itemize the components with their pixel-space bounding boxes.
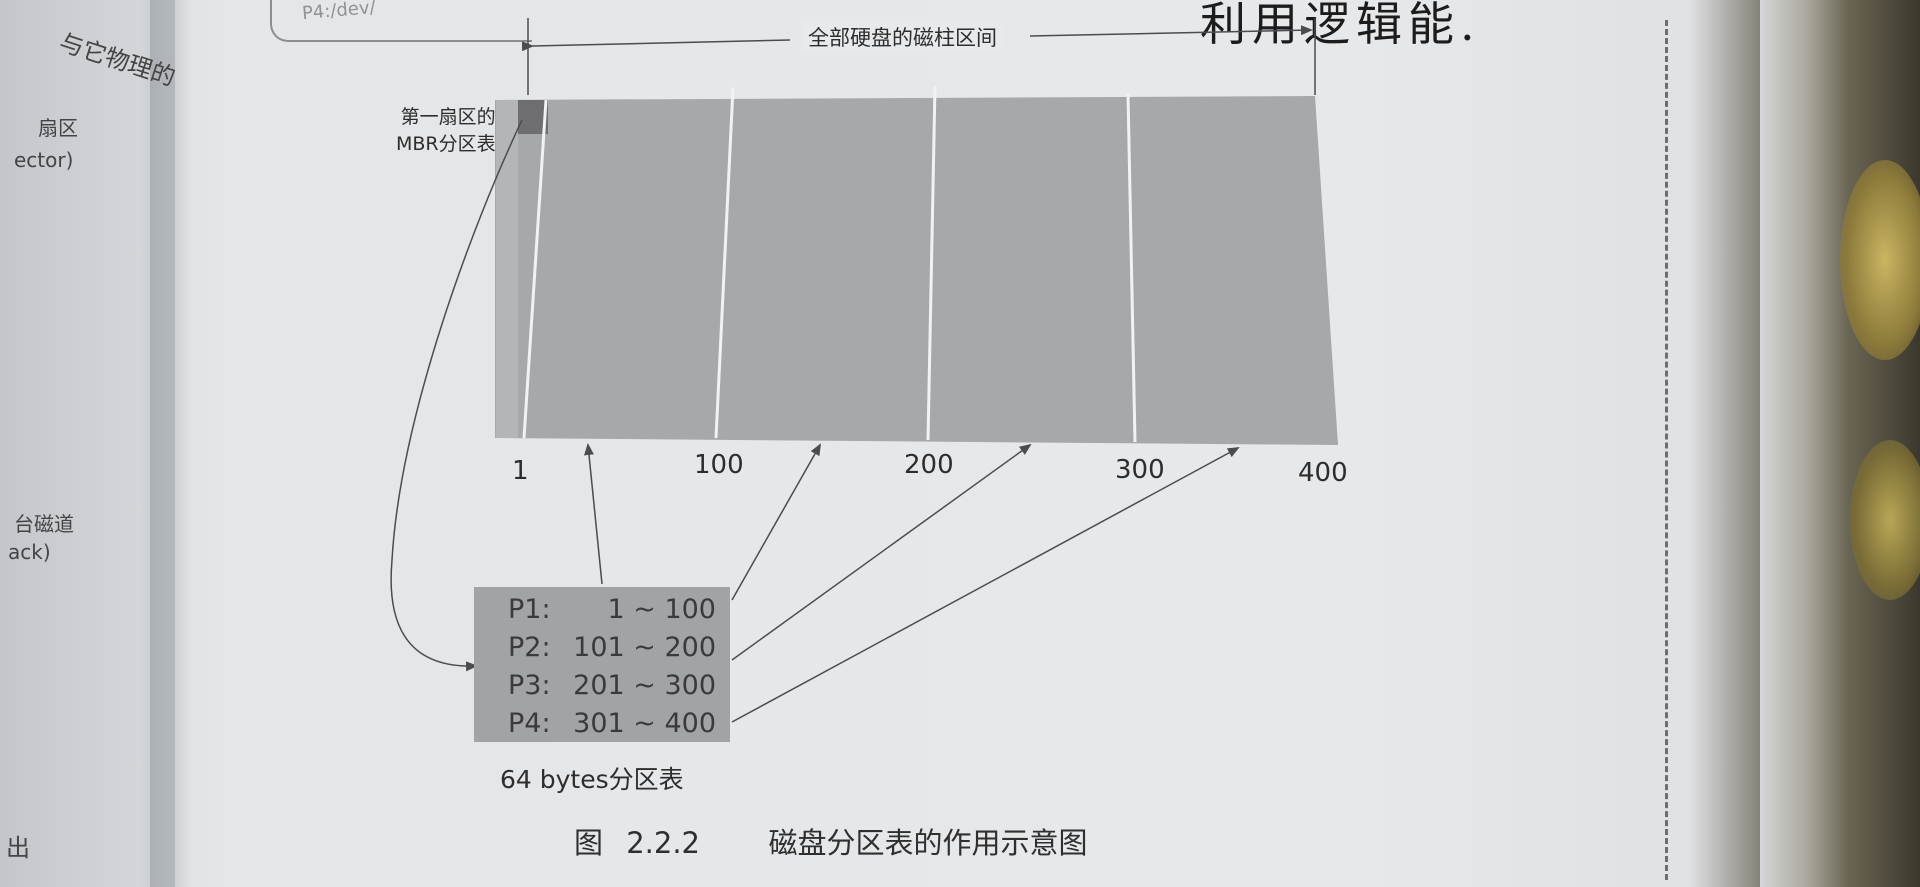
partition-range: 101 ~ 200 — [573, 632, 716, 663]
figure-title: 磁盘分区表的作用示意图 — [768, 826, 1088, 860]
axis-tick-label: 1 — [512, 456, 529, 486]
span-arrow-right — [1029, 25, 1313, 37]
partition-entry: P1: 1 ~ 100 — [508, 591, 730, 629]
figure-caption: 图 2.2.2 磁盘分区表的作用示意图 — [574, 820, 1087, 862]
photo-background: 与它物理的 扇区 ector) 台磁道 ack) 出 P4:/dev/ 利用逻辑… — [0, 0, 1920, 887]
mbr-label-line: MBR分区表 — [396, 133, 496, 155]
mbr-label: 第一扇区的 MBR分区表 — [396, 104, 496, 158]
axis-tick-label: 200 — [904, 450, 954, 480]
partition-table-label: 64 bytes分区表 — [500, 765, 684, 794]
disk-area — [495, 96, 1338, 445]
first-cylinder-strip — [496, 100, 518, 438]
p1-arrow — [584, 443, 603, 585]
span-arrow-left — [521, 39, 791, 52]
axis-tick-label: 100 — [694, 450, 744, 480]
p4-arrow — [731, 447, 1240, 723]
partition-table-box: P1: 1 ~ 100 P2: 101 ~ 200 P3: 201 ~ 300 P4:… — [474, 587, 730, 742]
partition-name: P1: — [508, 594, 551, 625]
partition-entry: P4: 301 ~ 400 — [508, 705, 730, 743]
axis-tick-label: 300 — [1115, 455, 1165, 485]
mbr-label-line: 第一扇区的 — [400, 106, 496, 128]
p2-arrow — [731, 443, 821, 601]
partition-name: P4: — [508, 708, 551, 739]
partition-diagram — [390, 18, 1338, 723]
partition-entry: P3: 201 ~ 300 — [508, 667, 730, 705]
partition-name: P3: — [508, 670, 551, 701]
figure-number: 图 2.2.2 — [574, 826, 701, 860]
partition-range: 301 ~ 400 — [573, 708, 716, 739]
span-label: 全部硬盘的磁柱区间 — [802, 22, 1003, 52]
partition-range: 1 ~ 100 — [607, 594, 716, 625]
partition-range: 201 ~ 300 — [573, 670, 716, 701]
p3-arrow — [731, 443, 1032, 661]
partition-name: P2: — [508, 632, 551, 663]
axis-tick-label: 400 — [1298, 458, 1348, 488]
partition-entry: P2: 101 ~ 200 — [508, 629, 730, 667]
